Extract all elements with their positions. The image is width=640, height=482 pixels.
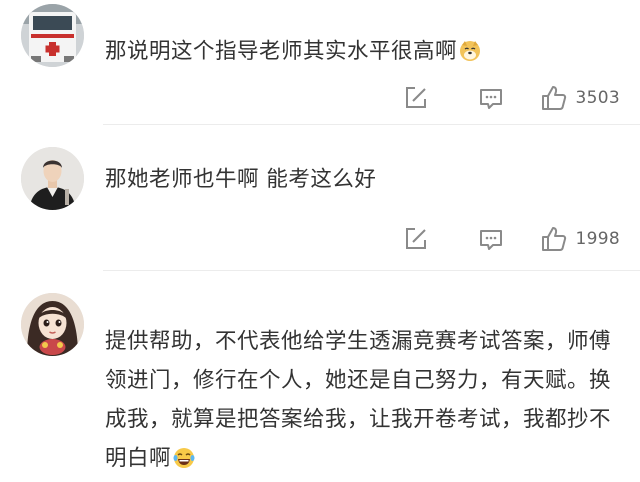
thumbs-up-icon (541, 86, 566, 110)
share-button[interactable] (401, 226, 431, 252)
like-button[interactable]: 3503 (540, 84, 620, 112)
comment-actions: 1998 (401, 222, 620, 256)
share-edit-icon (405, 87, 426, 108)
share-edit-icon (405, 228, 426, 249)
avatar[interactable] (21, 4, 84, 67)
comment-icon (479, 89, 502, 109)
like-count: 1998 (575, 229, 620, 249)
reply-button[interactable] (476, 85, 506, 111)
comment-icon (479, 230, 502, 250)
comment-item: 那她老师也牛啊 能考这么好 1998 (0, 125, 640, 271)
comment-text: 提供帮助，不代表他给学生透漏竞赛考试答案，师傅领进门，修行在个人，她还是自己努力… (105, 322, 620, 482)
avatar[interactable] (21, 293, 84, 356)
reply-button[interactable] (476, 226, 506, 252)
laughing-tears-emoji (173, 443, 195, 482)
comment-item: 那说明这个指导老师其实水平很高啊 3503 (0, 0, 640, 125)
like-button[interactable]: 1998 (540, 225, 620, 253)
girl-avatar-image (21, 293, 84, 356)
share-button[interactable] (401, 85, 431, 111)
comment-text: 那她老师也牛啊 能考这么好 (105, 167, 377, 192)
man-avatar-image (21, 147, 84, 210)
like-count: 3503 (575, 88, 620, 108)
ambulance-avatar-image (21, 4, 84, 67)
comment-item: 提供帮助，不代表他给学生透漏竞赛考试答案，师傅领进门，修行在个人，她还是自己努力… (0, 271, 640, 479)
comment-text: 那说明这个指导老师其实水平很高啊 (105, 33, 620, 75)
thumbs-up-icon (541, 227, 566, 251)
avatar[interactable] (21, 147, 84, 210)
doge-emoji (459, 37, 481, 75)
comment-text-content: 那说明这个指导老师其实水平很高啊 (105, 39, 458, 64)
comment-actions: 3503 (401, 81, 620, 115)
